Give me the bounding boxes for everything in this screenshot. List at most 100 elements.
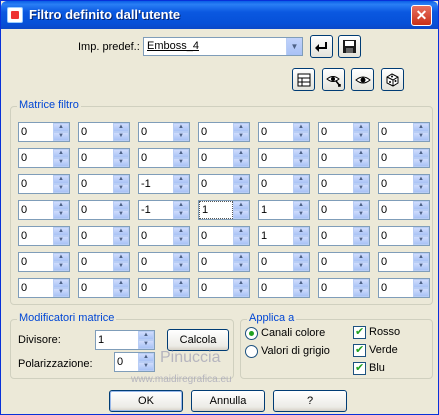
spin-down-icon[interactable]: ▼ (233, 236, 249, 245)
matrix-cell-r3-c1[interactable]: ▲▼ (18, 174, 70, 194)
matrix-cell-input[interactable] (379, 201, 413, 219)
spin-down-icon[interactable]: ▼ (293, 132, 309, 141)
spin-up-icon[interactable]: ▲ (138, 331, 154, 340)
radio-color-channels[interactable] (245, 327, 258, 340)
spin-up-icon[interactable]: ▲ (293, 123, 309, 132)
matrix-cell-r7-c4[interactable]: ▲▼ (198, 278, 250, 298)
matrix-cell-input[interactable] (379, 123, 413, 141)
matrix-cell-r4-c4[interactable]: ▲▼ (198, 200, 250, 220)
spin-down-icon[interactable]: ▼ (233, 288, 249, 297)
matrix-cell-input[interactable] (199, 123, 233, 141)
spin-up-icon[interactable]: ▲ (353, 123, 369, 132)
ok-button[interactable]: OK (109, 390, 183, 412)
matrix-cell-input[interactable] (319, 227, 353, 245)
matrix-cell-input[interactable] (19, 175, 53, 193)
matrix-cell-input[interactable] (199, 227, 233, 245)
spin-down-icon[interactable]: ▼ (353, 158, 369, 167)
spin-up-icon[interactable]: ▲ (353, 227, 369, 236)
matrix-cell-input[interactable] (319, 123, 353, 141)
bias-input[interactable] (115, 353, 138, 371)
spin-down-icon[interactable]: ▼ (113, 132, 129, 141)
matrix-cell-r2-c2[interactable]: ▲▼ (78, 148, 130, 168)
spin-up-icon[interactable]: ▲ (53, 201, 69, 210)
matrix-cell-input[interactable] (259, 201, 293, 219)
matrix-cell-r7-c5[interactable]: ▲▼ (258, 278, 310, 298)
matrix-cell-input[interactable] (19, 253, 53, 271)
spin-up-icon[interactable]: ▲ (233, 227, 249, 236)
checkbox-blue[interactable] (353, 361, 366, 375)
matrix-cell-r1-c5[interactable]: ▲▼ (258, 122, 310, 142)
spin-up-icon[interactable]: ▲ (293, 253, 309, 262)
matrix-cell-input[interactable] (79, 227, 113, 245)
matrix-cell-r5-c1[interactable]: ▲▼ (18, 226, 70, 246)
matrix-cell-input[interactable] (379, 175, 413, 193)
spin-down-icon[interactable]: ▼ (138, 340, 154, 349)
matrix-cell-r5-c2[interactable]: ▲▼ (78, 226, 130, 246)
spin-down-icon[interactable]: ▼ (173, 262, 189, 271)
spin-down-icon[interactable]: ▼ (53, 288, 69, 297)
spin-down-icon[interactable]: ▼ (353, 236, 369, 245)
spin-down-icon[interactable]: ▼ (353, 288, 369, 297)
spin-up-icon[interactable]: ▲ (233, 123, 249, 132)
spin-down-icon[interactable]: ▼ (233, 210, 249, 219)
spin-down-icon[interactable]: ▼ (293, 184, 309, 193)
spin-up-icon[interactable]: ▲ (173, 253, 189, 262)
spin-down-icon[interactable]: ▼ (53, 262, 69, 271)
cancel-button[interactable]: Annulla (191, 390, 265, 412)
spin-down-icon[interactable]: ▼ (413, 158, 429, 167)
matrix-cell-input[interactable] (79, 201, 113, 219)
spin-down-icon[interactable]: ▼ (353, 262, 369, 271)
spin-down-icon[interactable]: ▼ (173, 132, 189, 141)
spin-down-icon[interactable]: ▼ (413, 132, 429, 141)
matrix-cell-r2-c7[interactable]: ▲▼ (378, 148, 430, 168)
spin-up-icon[interactable]: ▲ (413, 227, 429, 236)
spin-up-icon[interactable]: ▲ (173, 149, 189, 158)
matrix-cell-r1-c1[interactable]: ▲▼ (18, 122, 70, 142)
spin-up-icon[interactable]: ▲ (113, 227, 129, 236)
matrix-cell-input[interactable] (139, 175, 173, 193)
preset-combobox[interactable]: Emboss_4 ▼ (143, 37, 303, 56)
matrix-cell-r6-c5[interactable]: ▲▼ (258, 252, 310, 272)
spin-up-icon[interactable]: ▲ (138, 353, 154, 362)
matrix-cell-input[interactable] (79, 123, 113, 141)
spin-up-icon[interactable]: ▲ (413, 279, 429, 288)
spin-down-icon[interactable]: ▼ (173, 210, 189, 219)
spin-down-icon[interactable]: ▼ (353, 184, 369, 193)
spin-up-icon[interactable]: ▲ (113, 253, 129, 262)
spin-up-icon[interactable]: ▲ (113, 279, 129, 288)
matrix-cell-r6-c3[interactable]: ▲▼ (138, 252, 190, 272)
matrix-cell-input[interactable] (139, 279, 173, 297)
matrix-cell-r7-c2[interactable]: ▲▼ (78, 278, 130, 298)
matrix-cell-r5-c6[interactable]: ▲▼ (318, 226, 370, 246)
spin-down-icon[interactable]: ▼ (353, 210, 369, 219)
spin-down-icon[interactable]: ▼ (53, 158, 69, 167)
matrix-cell-input[interactable] (379, 253, 413, 271)
spin-down-icon[interactable]: ▼ (113, 288, 129, 297)
matrix-cell-r5-c5[interactable]: ▲▼ (258, 226, 310, 246)
spin-up-icon[interactable]: ▲ (53, 279, 69, 288)
matrix-cell-input[interactable] (319, 149, 353, 167)
spin-down-icon[interactable]: ▼ (353, 132, 369, 141)
spin-up-icon[interactable]: ▲ (53, 123, 69, 132)
spin-down-icon[interactable]: ▼ (413, 184, 429, 193)
matrix-cell-input[interactable] (379, 149, 413, 167)
matrix-cell-r4-c3[interactable]: ▲▼ (138, 200, 190, 220)
spin-up-icon[interactable]: ▲ (413, 201, 429, 210)
matrix-cell-input[interactable] (199, 175, 233, 193)
matrix-cell-r1-c7[interactable]: ▲▼ (378, 122, 430, 142)
matrix-cell-input[interactable] (199, 201, 233, 219)
spin-down-icon[interactable]: ▼ (293, 262, 309, 271)
spin-up-icon[interactable]: ▲ (353, 253, 369, 262)
spin-down-icon[interactable]: ▼ (113, 262, 129, 271)
title-bar[interactable]: Filtro definito dall'utente ✕ (1, 1, 438, 29)
matrix-cell-r4-c6[interactable]: ▲▼ (318, 200, 370, 220)
matrix-cell-input[interactable] (319, 253, 353, 271)
spin-up-icon[interactable]: ▲ (293, 175, 309, 184)
matrix-cell-input[interactable] (199, 149, 233, 167)
matrix-cell-input[interactable] (79, 175, 113, 193)
spin-down-icon[interactable]: ▼ (293, 236, 309, 245)
matrix-cell-r6-c1[interactable]: ▲▼ (18, 252, 70, 272)
matrix-cell-r7-c1[interactable]: ▲▼ (18, 278, 70, 298)
spin-up-icon[interactable]: ▲ (293, 279, 309, 288)
matrix-cell-input[interactable] (319, 279, 353, 297)
